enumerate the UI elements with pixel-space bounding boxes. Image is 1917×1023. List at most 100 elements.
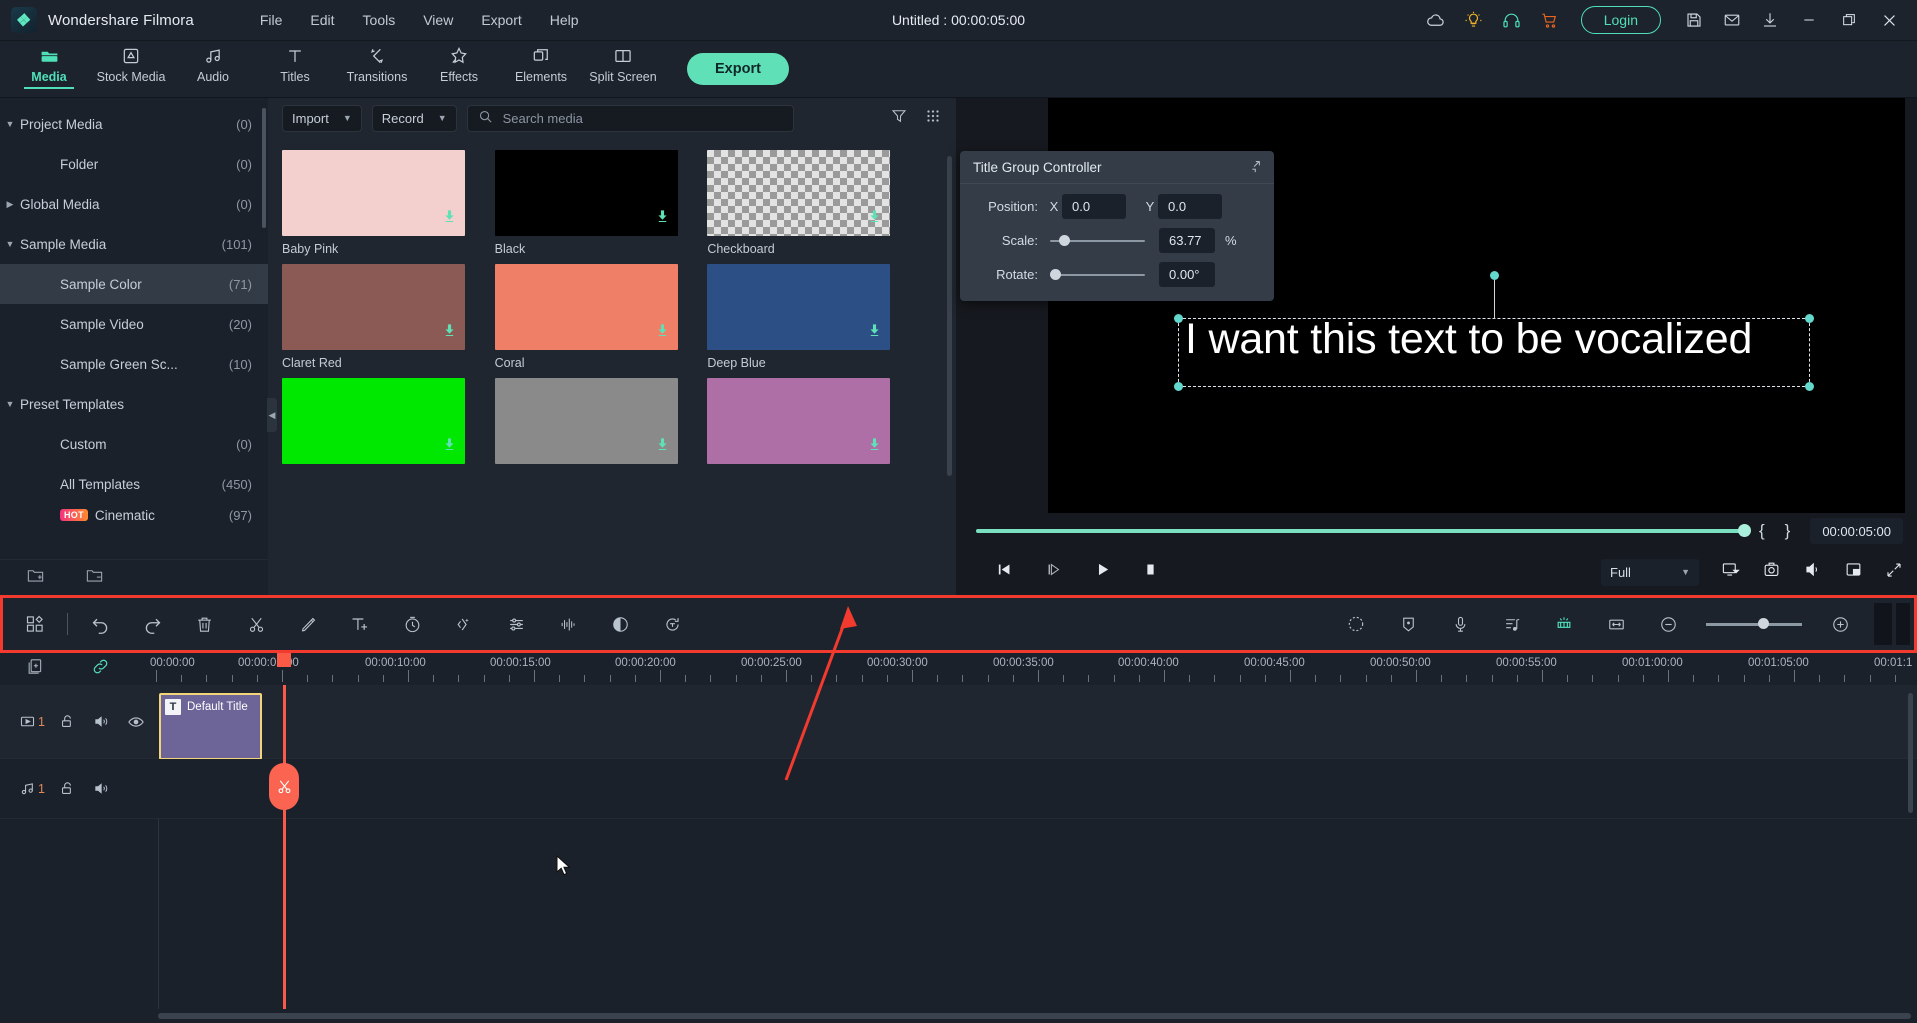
collapse-icon[interactable] <box>1250 159 1264 176</box>
save-icon[interactable] <box>1675 1 1713 39</box>
collapse-panel-handle[interactable]: ◀ <box>267 398 277 432</box>
undo-icon[interactable] <box>74 604 126 644</box>
motion-tracking-icon[interactable] <box>1330 604 1382 644</box>
rotate-slider[interactable] <box>1050 265 1145 285</box>
media-thumbnail[interactable] <box>494 150 678 236</box>
sidebar-scrollbar[interactable] <box>262 108 266 228</box>
snapshot-screen-icon[interactable] <box>1721 560 1740 584</box>
sidebar-item-global-media[interactable]: ▶ Global Media (0) <box>0 184 268 224</box>
sidebar-item-sample-media[interactable]: ▼ Sample Media (101) <box>0 224 268 264</box>
mute-icon[interactable] <box>85 713 119 730</box>
scale-input[interactable]: 63.77 <box>1159 228 1215 253</box>
add-text-icon[interactable] <box>334 604 386 644</box>
slider-knob[interactable] <box>1059 234 1070 246</box>
tab-titles[interactable]: Titles <box>254 41 336 84</box>
menu-file[interactable]: File <box>246 8 297 32</box>
split-scissors-icon[interactable] <box>230 604 282 644</box>
audio-waveform-icon[interactable] <box>542 604 594 644</box>
menu-help[interactable]: Help <box>536 8 593 32</box>
tab-media[interactable]: Media <box>8 41 90 89</box>
sidebar-item-preset-templates[interactable]: ▼ Preset Templates <box>0 384 268 424</box>
tab-effects[interactable]: Effects <box>418 41 500 84</box>
sidebar-item-sample-color[interactable]: Sample Color (71) <box>0 264 268 304</box>
handle-top-right[interactable] <box>1805 314 1814 323</box>
beat-detect-icon[interactable] <box>1486 604 1538 644</box>
download-icon[interactable] <box>442 435 457 458</box>
download-icon[interactable] <box>442 207 457 230</box>
zoom-in-icon[interactable] <box>1814 604 1866 644</box>
unlock-icon[interactable] <box>51 713 85 730</box>
remove-folder-icon[interactable] <box>85 566 104 590</box>
timeline-playhead[interactable] <box>269 653 299 1009</box>
minimize-button[interactable] <box>1789 1 1829 39</box>
sidebar-item-cinematic[interactable]: HOT Cinematic (97) <box>0 504 268 526</box>
media-scrollbar[interactable] <box>947 156 952 476</box>
media-item[interactable] <box>282 378 471 464</box>
video-track-1[interactable]: 1 T Default Title <box>0 685 1917 760</box>
media-thumbnail[interactable] <box>707 378 891 464</box>
filter-icon[interactable] <box>890 107 908 130</box>
position-y-input[interactable]: 0.0 <box>1158 194 1222 219</box>
download-icon[interactable] <box>655 435 670 458</box>
mask-icon[interactable] <box>594 604 646 644</box>
timeline-zoom-slider[interactable] <box>1706 615 1802 633</box>
export-button[interactable]: Export <box>687 53 789 85</box>
media-thumbnail[interactable] <box>282 378 465 464</box>
scale-slider[interactable] <box>1050 231 1145 251</box>
cart-icon[interactable] <box>1531 1 1569 39</box>
download-icon[interactable] <box>655 321 670 344</box>
media-thumbnail[interactable] <box>707 264 891 350</box>
tab-split-screen[interactable]: Split Screen <box>582 41 664 84</box>
prev-frame-icon[interactable] <box>996 561 1013 583</box>
crop-icon[interactable] <box>282 604 334 644</box>
delete-icon[interactable] <box>178 604 230 644</box>
chevron-down-icon[interactable]: ▼ <box>438 113 447 123</box>
sidebar-item-custom[interactable]: Custom (0) <box>0 424 268 464</box>
media-thumbnail[interactable] <box>707 150 891 236</box>
sidebar-item-folder[interactable]: Folder (0) <box>0 144 268 184</box>
media-item[interactable] <box>707 378 896 464</box>
keyframe-icon[interactable] <box>438 604 490 644</box>
position-x-input[interactable]: 0.0 <box>1062 194 1126 219</box>
timeline-ruler[interactable]: 00:00:00 00:00:05:00 00:00:10:00 00:00:1… <box>150 653 1917 685</box>
media-item[interactable]: Baby Pink <box>282 150 471 256</box>
play-icon[interactable] <box>1094 561 1111 583</box>
chevron-down-icon[interactable]: ▼ <box>343 113 352 123</box>
seek-bar[interactable] <box>976 523 1751 539</box>
timeline-clip-default-title[interactable]: T Default Title <box>159 693 262 760</box>
pip-icon[interactable] <box>1844 560 1863 584</box>
lightbulb-icon[interactable] <box>1455 1 1493 39</box>
chevron-down-icon[interactable]: ▼ <box>0 119 20 129</box>
mark-in-button[interactable]: { <box>1749 521 1775 541</box>
sidebar-item-sample-video[interactable]: Sample Video (20) <box>0 304 268 344</box>
timeline-vertical-scrollbar[interactable] <box>1908 693 1913 813</box>
media-thumbnail[interactable] <box>494 378 678 464</box>
menu-export[interactable]: Export <box>467 8 535 32</box>
menu-view[interactable]: View <box>409 8 467 32</box>
tab-elements[interactable]: Elements <box>500 41 582 84</box>
speed-icon[interactable] <box>386 604 438 644</box>
eye-icon[interactable] <box>119 713 153 731</box>
import-button[interactable]: Import ▼ <box>282 104 362 132</box>
stop-icon[interactable] <box>1143 562 1158 582</box>
cloud-icon[interactable] <box>1417 1 1455 39</box>
download-icon[interactable] <box>867 207 882 230</box>
rotate-handle[interactable] <box>1489 271 1499 280</box>
media-item[interactable] <box>494 378 684 464</box>
color-adjust-icon[interactable] <box>490 604 542 644</box>
media-thumbnail[interactable] <box>494 264 678 350</box>
handle-bottom-left[interactable] <box>1174 382 1183 391</box>
search-input[interactable]: Search media <box>466 104 794 132</box>
timeline-horizontal-scrollbar[interactable] <box>158 1013 1911 1019</box>
text-selection-box[interactable]: I want this text to be vocalized <box>1174 271 1814 391</box>
menu-tools[interactable]: Tools <box>349 8 410 32</box>
download-icon[interactable] <box>867 321 882 344</box>
seek-knob[interactable] <box>1737 524 1751 537</box>
mark-out-button[interactable]: } <box>1775 521 1801 541</box>
media-thumbnail[interactable] <box>282 264 465 350</box>
media-item[interactable]: Checkboard <box>707 150 896 256</box>
chevron-down-icon[interactable]: ▼ <box>1681 567 1690 577</box>
sidebar-item-project-media[interactable]: ▼ Project Media (0) <box>0 104 268 144</box>
zoom-out-icon[interactable] <box>1642 604 1694 644</box>
download-icon[interactable] <box>442 321 457 344</box>
